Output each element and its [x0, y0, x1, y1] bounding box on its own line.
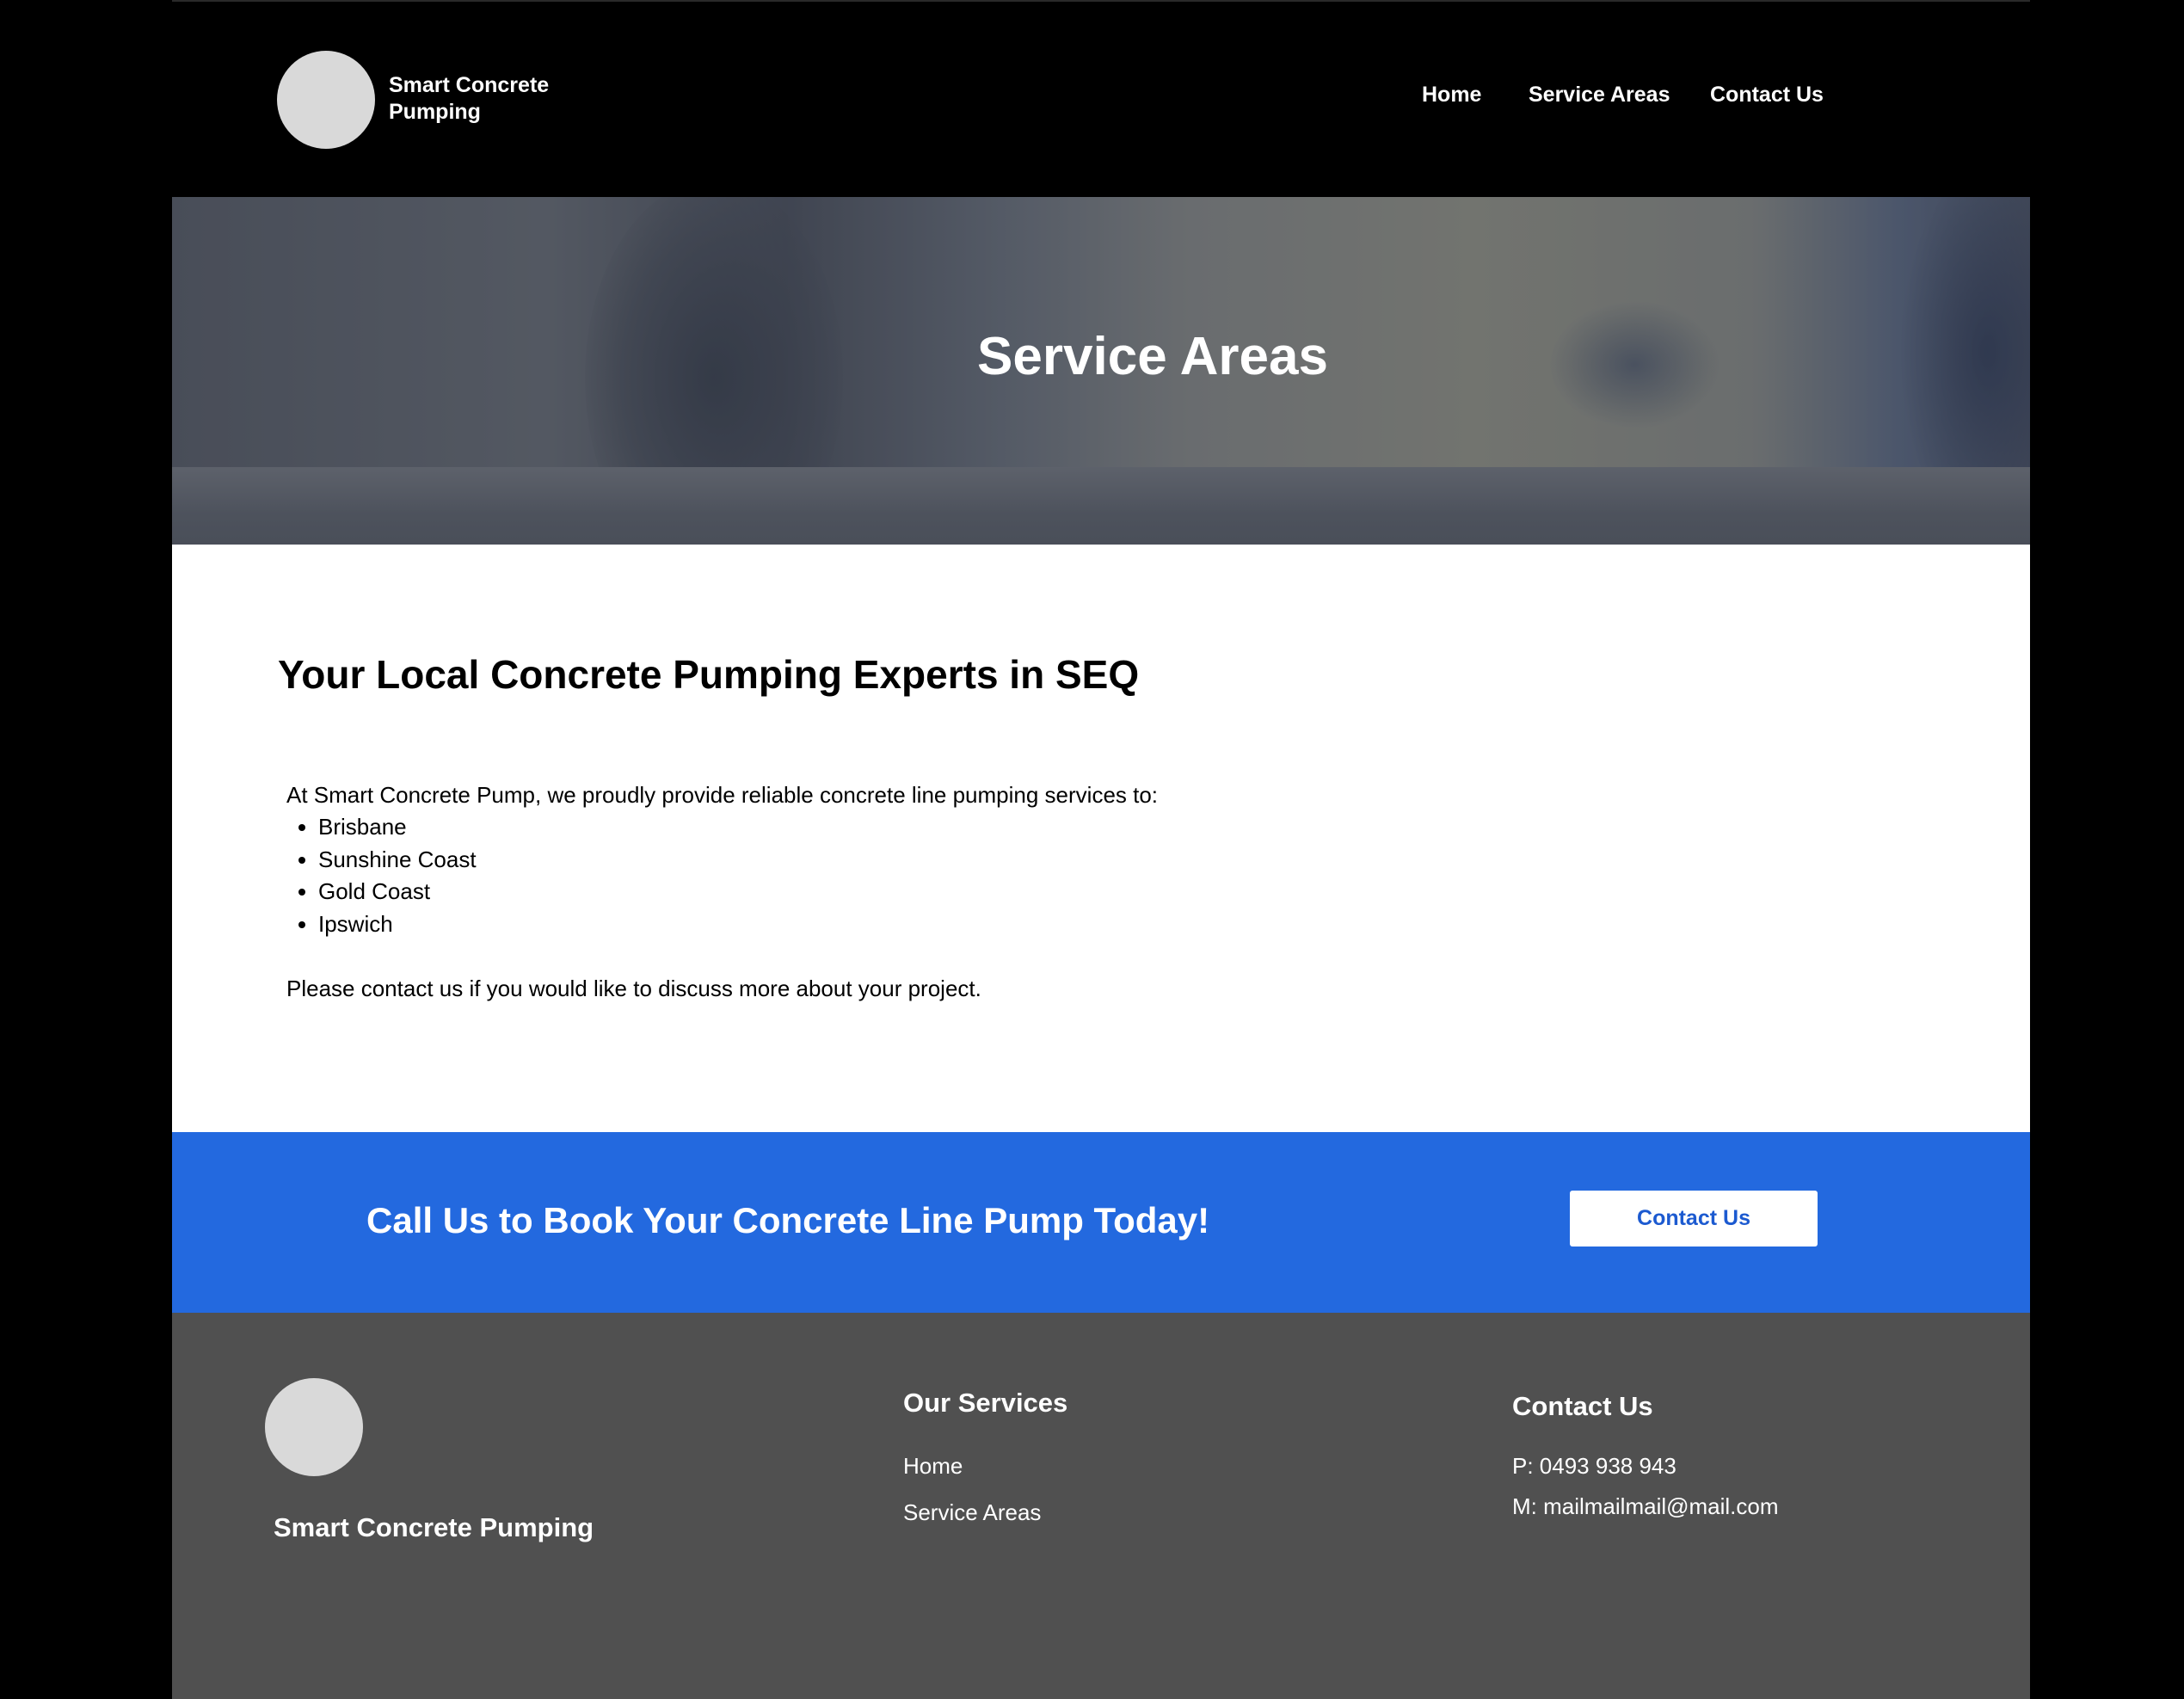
- brand-name[interactable]: Smart Concrete Pumping: [389, 72, 612, 126]
- hero-banner: Service Areas: [172, 197, 2030, 545]
- page-title: Service Areas: [977, 327, 1328, 386]
- list-item: Brisbane: [318, 811, 477, 844]
- footer-link-home[interactable]: Home: [903, 1451, 963, 1480]
- main-content: Your Local Concrete Pumping Experts in S…: [172, 545, 2030, 1132]
- cta-text: Call Us to Book Your Concrete Line Pump …: [366, 1200, 1210, 1240]
- list-item: Sunshine Coast: [318, 844, 477, 877]
- site-header: Smart Concrete Pumping Home Service Area…: [172, 2, 2030, 197]
- logo-icon[interactable]: [277, 51, 375, 149]
- footer-logo-icon[interactable]: [265, 1378, 363, 1476]
- service-area-list: Brisbane Sunshine Coast Gold Coast Ipswi…: [286, 811, 477, 940]
- list-item: Gold Coast: [318, 876, 477, 908]
- nav-link-home[interactable]: Home: [1422, 81, 1481, 108]
- site-footer: Smart Concrete Pumping Our Services Home…: [172, 1313, 2030, 1699]
- footer-phone: P: 0493 938 943: [1512, 1453, 1676, 1479]
- footer-contact-heading: Contact Us: [1512, 1391, 1653, 1421]
- footer-services-heading: Our Services: [903, 1388, 1068, 1418]
- intro-text: At Smart Concrete Pump, we proudly provi…: [286, 782, 1159, 808]
- footer-brand-name: Smart Concrete Pumping: [274, 1512, 594, 1542]
- nav-link-service-areas[interactable]: Service Areas: [1529, 81, 1670, 108]
- footer-email: M: mailmailmail@mail.com: [1512, 1493, 1779, 1519]
- outro-text: Please contact us if you would like to d…: [286, 976, 981, 1001]
- section-heading: Your Local Concrete Pumping Experts in S…: [278, 652, 1140, 697]
- footer-link-service-areas[interactable]: Service Areas: [903, 1498, 1041, 1527]
- contact-us-button[interactable]: Contact Us: [1570, 1191, 1818, 1247]
- page: Smart Concrete Pumping Home Service Area…: [172, 0, 2030, 1699]
- call-to-action-banner: Call Us to Book Your Concrete Line Pump …: [172, 1132, 2030, 1313]
- nav-link-contact[interactable]: Contact Us: [1710, 81, 1824, 108]
- list-item: Ipswich: [318, 908, 477, 941]
